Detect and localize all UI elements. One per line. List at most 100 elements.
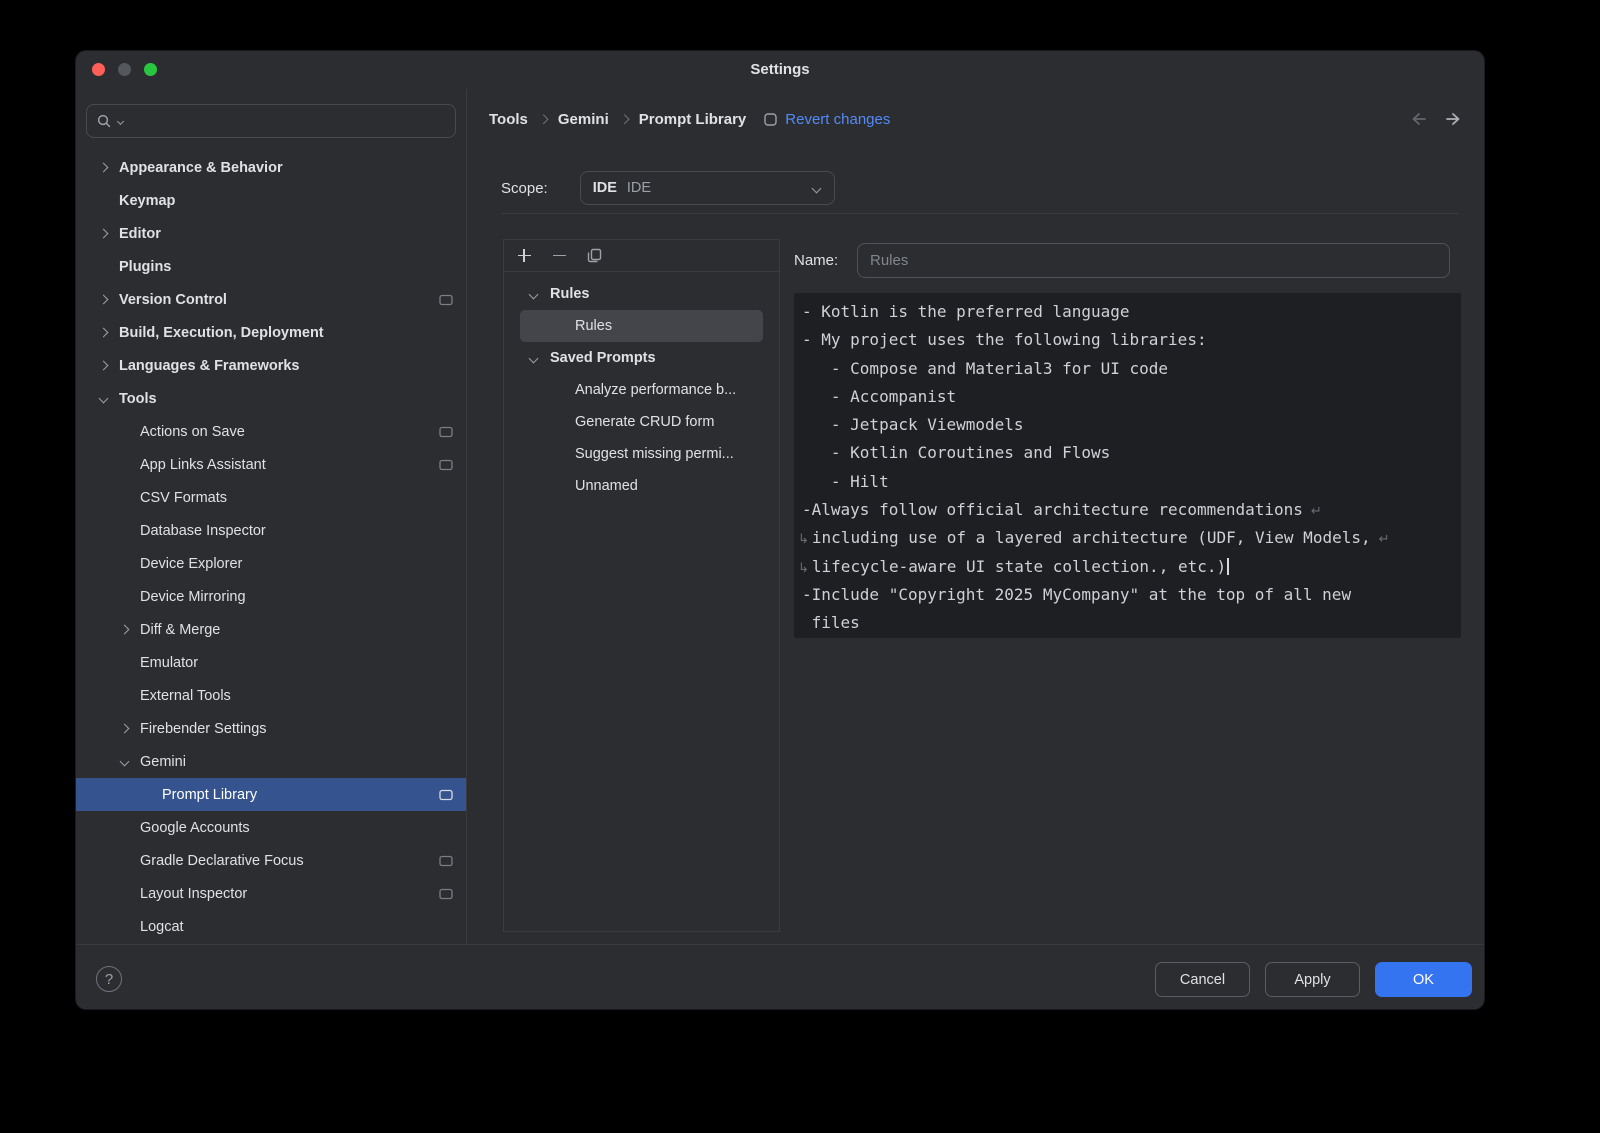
back-button[interactable]: [1408, 111, 1428, 127]
settings-window: Settings Appearance & Behavior KeymapEdit…: [75, 50, 1485, 1010]
editor-line: - Jetpack Viewmodels: [802, 411, 1461, 439]
prompt-item-unnamed[interactable]: Unnamed: [520, 470, 763, 502]
titlebar: Settings: [76, 51, 1484, 89]
sidebar-item-firebender-settings[interactable]: Firebender Settings: [76, 712, 466, 745]
ok-button[interactable]: OK: [1375, 962, 1472, 997]
sidebar-item-csv-formats[interactable]: CSV Formats: [76, 481, 466, 514]
name-label: Name:: [794, 252, 857, 269]
sidebar-item-device-mirroring[interactable]: Device Mirroring: [76, 580, 466, 613]
breadcrumb-item-tools[interactable]: Tools: [489, 111, 528, 128]
prompt-name-input[interactable]: [857, 243, 1450, 278]
scope-dropdown-prefix: IDE: [593, 180, 617, 196]
add-prompt-button[interactable]: [512, 244, 536, 268]
duplicate-prompt-button[interactable]: [582, 244, 606, 268]
breadcrumb-item-prompt-library[interactable]: Prompt Library: [639, 111, 747, 128]
soft-wrap-icon: ↵: [1311, 504, 1322, 519]
sidebar-item-app-links-assistant[interactable]: App Links Assistant: [76, 448, 466, 481]
settings-content: Tools Gemini Prompt Library Revert changes…: [467, 89, 1484, 944]
window-title: Settings: [76, 61, 1484, 78]
chevron-right-icon[interactable]: [98, 163, 108, 173]
sidebar-item-appearance-behavior[interactable]: Appearance & Behavior: [76, 151, 466, 184]
prompt-item-analyze-performance-b[interactable]: Analyze performance b...: [520, 374, 763, 406]
sidebar-item-external-tools[interactable]: External Tools: [76, 679, 466, 712]
chevron-down-icon[interactable]: [528, 353, 538, 363]
apply-button[interactable]: Apply: [1265, 962, 1360, 997]
scope-dropdown[interactable]: IDE IDE: [580, 171, 835, 205]
prompt-tree-label: Analyze performance b...: [575, 382, 736, 398]
sidebar-item-database-inspector[interactable]: Database Inspector: [76, 514, 466, 547]
prompt-text-editor[interactable]: - Kotlin is the preferred language- My p…: [794, 293, 1461, 638]
chevron-down-icon[interactable]: [528, 289, 538, 299]
editor-line-text: files: [802, 613, 860, 632]
chevron-down-icon: [812, 183, 822, 193]
editor-line-text: - Hilt: [802, 472, 889, 491]
search-history-chevron-icon[interactable]: [115, 116, 125, 126]
sidebar-item-version-control[interactable]: Version Control: [76, 283, 466, 316]
sidebar-item-google-accounts[interactable]: Google Accounts: [76, 811, 466, 844]
remove-prompt-button[interactable]: [547, 244, 571, 268]
plus-icon: [518, 249, 531, 262]
editor-line-text: - Kotlin is the preferred language: [802, 302, 1130, 321]
editor-line-text: including use of a layered architecture …: [812, 528, 1371, 547]
help-button[interactable]: [96, 966, 122, 992]
sidebar-item-tools[interactable]: Tools: [76, 382, 466, 415]
prompt-group-saved-prompts[interactable]: Saved Prompts: [520, 342, 763, 374]
sidebar-item-actions-on-save[interactable]: Actions on Save: [76, 415, 466, 448]
prompt-item-rules[interactable]: Rules: [520, 310, 763, 342]
chevron-down-icon[interactable]: [119, 757, 129, 767]
sidebar-item-gemini[interactable]: Gemini: [76, 745, 466, 778]
sidebar-item-label: Plugins: [119, 259, 171, 275]
chevron-right-icon[interactable]: [98, 361, 108, 371]
settings-search-input[interactable]: [86, 104, 456, 138]
sidebar-item-label: Appearance & Behavior: [119, 160, 283, 176]
chevron-right-icon[interactable]: [119, 625, 129, 635]
chevron-down-icon[interactable]: [98, 394, 108, 404]
sidebar-item-build-execution-deployment[interactable]: Build, Execution, Deployment: [76, 316, 466, 349]
chevron-right-icon[interactable]: [98, 295, 108, 305]
sidebar-item-emulator[interactable]: Emulator: [76, 646, 466, 679]
sidebar-item-keymap[interactable]: Keymap: [76, 184, 466, 217]
editor-line-text: - Accompanist: [802, 387, 956, 406]
prompt-list-panel: RulesRules Saved Prompts Analyze performan…: [503, 239, 780, 932]
sidebar-item-editor[interactable]: Editor: [76, 217, 466, 250]
soft-wrap-continuation-icon: ↳: [798, 532, 809, 547]
sidebar-item-label: Emulator: [140, 655, 198, 671]
editor-line: - Kotlin is the preferred language: [802, 298, 1461, 326]
search-icon: [96, 113, 112, 129]
breadcrumb-item-gemini[interactable]: Gemini: [558, 111, 609, 128]
sidebar-item-device-explorer[interactable]: Device Explorer: [76, 547, 466, 580]
sidebar-item-languages-frameworks[interactable]: Languages & Frameworks: [76, 349, 466, 382]
prompt-item-suggest-missing-permi[interactable]: Suggest missing permi...: [520, 438, 763, 470]
minus-icon: [553, 255, 566, 257]
sidebar-item-label: CSV Formats: [140, 490, 227, 506]
bottom-bar: Cancel Apply OK: [76, 944, 1484, 1009]
sidebar-item-diff-merge[interactable]: Diff & Merge: [76, 613, 466, 646]
sidebar-item-prompt-library[interactable]: Prompt Library: [76, 778, 466, 811]
editor-line: files: [802, 609, 1461, 637]
sidebar-item-layout-inspector[interactable]: Layout Inspector: [76, 877, 466, 910]
forward-button[interactable]: [1444, 111, 1464, 127]
sidebar-item-plugins[interactable]: Plugins: [76, 250, 466, 283]
sidebar-item-gradle-declarative-focus[interactable]: Gradle Declarative Focus: [76, 844, 466, 877]
chevron-right-icon[interactable]: [98, 229, 108, 239]
modified-indicator-icon: [764, 113, 777, 126]
prompt-item-generate-crud-form[interactable]: Generate CRUD form: [520, 406, 763, 438]
scope-dropdown-value: IDE: [627, 180, 651, 196]
sidebar-item-logcat[interactable]: Logcat: [76, 910, 466, 943]
text-cursor: [1227, 558, 1229, 575]
editor-line-text: - Kotlin Coroutines and Flows: [802, 443, 1110, 462]
prompt-tree-label: Saved Prompts: [550, 350, 656, 366]
chevron-right-icon[interactable]: [98, 328, 108, 338]
sidebar-item-label: Gemini: [140, 754, 186, 770]
editor-line: - Hilt: [802, 468, 1461, 496]
editor-line-text: - Jetpack Viewmodels: [802, 415, 1024, 434]
editor-line: - Compose and Material3 for UI code: [802, 355, 1461, 383]
ide-scope-badge-icon: [439, 855, 453, 867]
editor-line: ↳lifecycle-aware UI state collection., e…: [802, 553, 1461, 581]
chevron-right-icon[interactable]: [119, 724, 129, 734]
revert-changes-link[interactable]: Revert changes: [785, 111, 890, 128]
cancel-button[interactable]: Cancel: [1155, 962, 1250, 997]
editor-line: ↳including use of a layered architecture…: [802, 524, 1461, 552]
editor-line-text: -Include "Copyright 2025 MyCompany" at t…: [802, 585, 1351, 604]
prompt-group-rules[interactable]: Rules: [520, 278, 763, 310]
